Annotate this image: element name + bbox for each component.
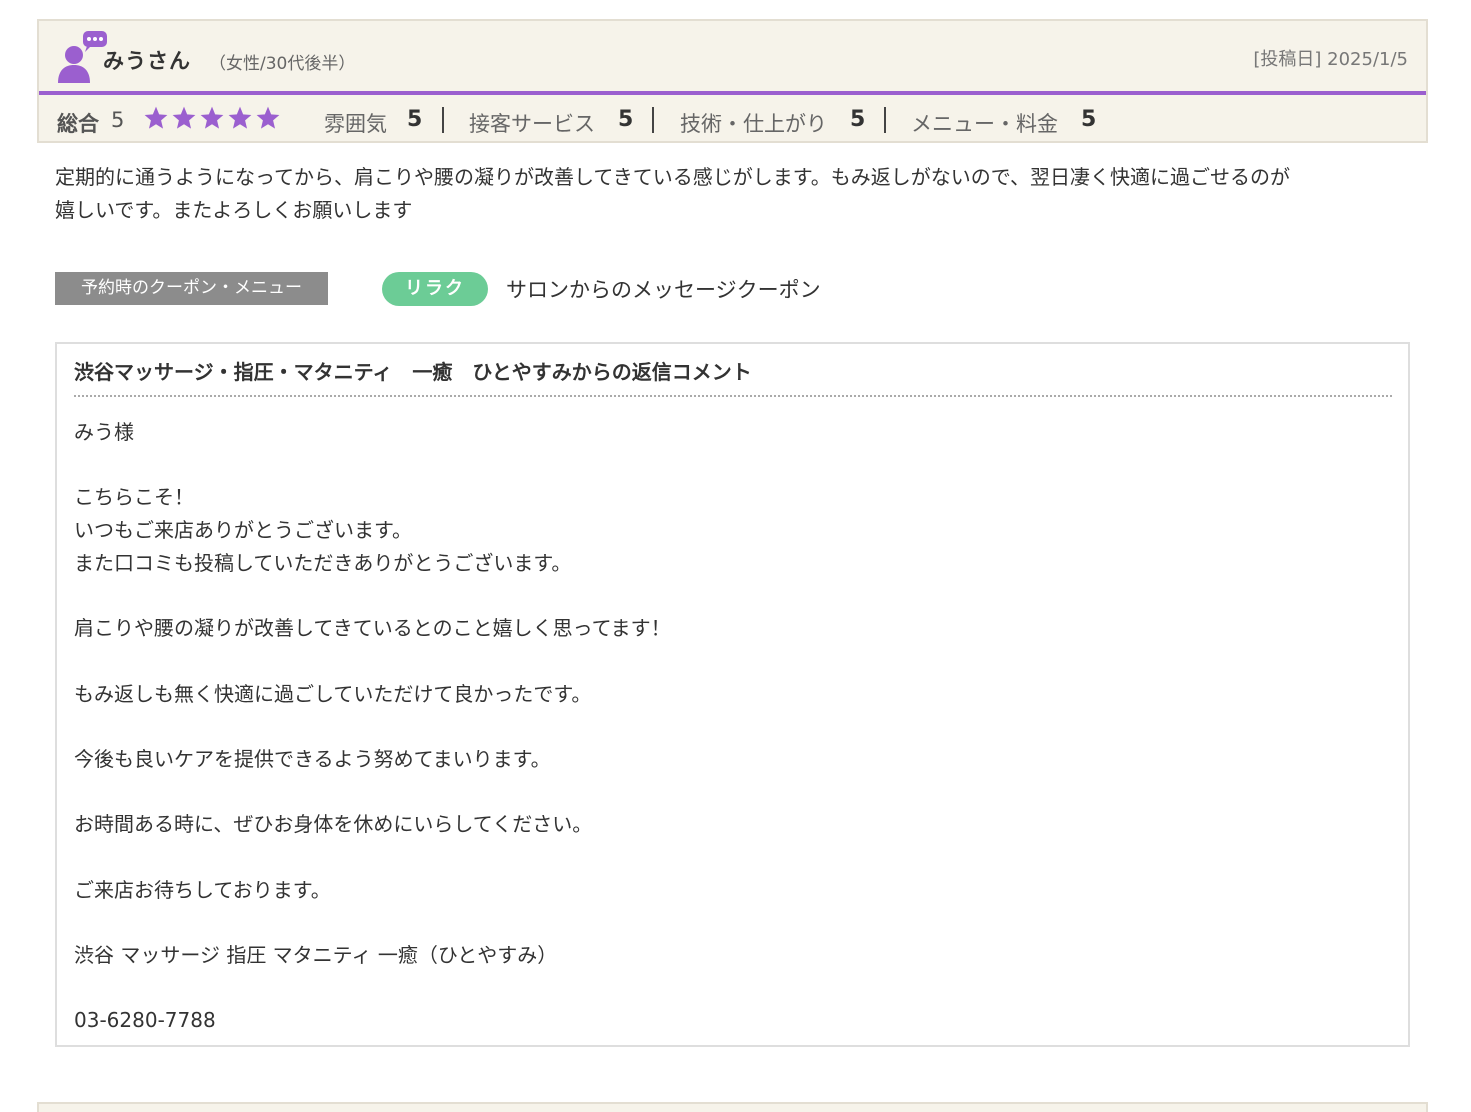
reply-line: こちらこそ！ [74,485,194,510]
reply-line [74,579,1394,612]
reply-line: もみ返しも無く快適に過ごしていただけて良かったです。 [74,681,592,706]
reply-line: 今後も良いケアを提供できるよう努めてまいります。 [74,746,551,771]
review-header: みうさん （女性/30代後半） [投稿日] 2025/1/5 総合 5 雰囲気 … [37,19,1428,143]
reply-line: また口コミも投稿していただきありがとうございます。 [74,550,572,575]
reply-line: みう様 [74,420,134,444]
total-score-label: 総合 [57,112,99,136]
review-text-line: 嬉しいです。またよろしくお願いします [55,198,413,222]
review-text-line: 定期的に通うようになってから、肩こりや腰の凝りが改善してきている感じがします。も… [55,165,1290,189]
atmosphere-label: 雰囲気 [324,112,387,136]
score-separator [442,107,444,133]
reply-line [74,906,1394,939]
reply-line [74,776,1394,809]
reply-line [74,710,1394,743]
reply-line: 03-6280-7788 [74,1008,216,1033]
reply-line: 渋谷 マッサージ 指圧 マタニティ 一癒（ひとやすみ） [74,943,558,967]
reply-line [74,449,1394,482]
reviewer-demographics: （女性/30代後半） [209,54,356,74]
review-text: 定期的に通うようになってから、肩こりや腰の凝りが改善してきている感じがします。も… [55,161,1415,227]
reply-title: 渋谷マッサージ・指圧・マタニティ 一癒 ひとやすみからの返信コメント [74,360,752,384]
reply-line: ご来店お待ちしております。 [74,877,331,902]
atmosphere-value: 5 [407,107,423,132]
coupon-row: 予約時のクーポン・メニュー リラク サロンからのメッセージクーポン [55,272,1415,306]
reply-line: 肩こりや腰の凝りが改善してきているとのこと嬉しく思ってます！ [74,616,671,641]
price-label: メニュー・料金 [911,112,1058,136]
coupon-category-badge: リラク [382,272,488,306]
review-card: みうさん （女性/30代後半） [投稿日] 2025/1/5 総合 5 雰囲気 … [37,19,1428,143]
reply-divider [74,395,1392,397]
price-value: 5 [1081,107,1097,132]
reply-line: お時間ある時に、ぜひお身体を休めにいらしてください。 [74,812,593,837]
reply-line [74,841,1394,874]
score-row: 総合 5 雰囲気 5 接客サービス 5 技術・仕上がり 5 メニュー・料金 5 [39,95,1426,143]
user-speech-bubble-icon [58,31,107,83]
reviewer-row: みうさん （女性/30代後半） [投稿日] 2025/1/5 [39,21,1426,93]
reviewer-name: みうさん [103,49,191,73]
star-rating [143,105,281,131]
reply-line [74,972,1394,1005]
service-label: 接客サービス [469,112,595,136]
total-score-value: 5 [111,108,125,132]
reply-line [74,645,1394,678]
star-icon [172,106,196,129]
reply-line: いつもご来店ありがとうございます。 [74,518,412,543]
service-value: 5 [618,107,634,132]
coupon-name: サロンからのメッセージクーポン [506,278,821,302]
star-icon [144,106,168,129]
post-date: [投稿日] 2025/1/5 [1253,49,1408,70]
reply-text: みう様こちらこそ！ いつもご来店ありがとうございます。また口コミも投稿していただき… [74,416,1394,1037]
next-review-card [37,1102,1428,1112]
star-icon [200,106,224,129]
salon-reply: 渋谷マッサージ・指圧・マタニティ 一癒 ひとやすみからの返信コメント みう様こち… [55,342,1410,1047]
star-icon [228,106,252,129]
skill-value: 5 [850,107,866,132]
score-separator [884,107,886,133]
skill-label: 技術・仕上がり [680,112,827,136]
star-icon [256,106,280,129]
coupon-section-label: 予約時のクーポン・メニュー [55,272,328,305]
score-separator [652,107,654,133]
